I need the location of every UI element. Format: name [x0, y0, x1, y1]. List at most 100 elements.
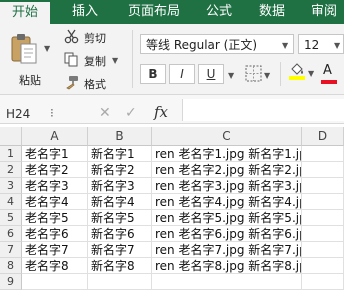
- row-header[interactable]: 3: [0, 178, 22, 194]
- row-header[interactable]: 1: [0, 146, 22, 162]
- font-name-value: 等线 Regular (正文): [146, 38, 258, 52]
- cell-d7[interactable]: [302, 242, 344, 258]
- cell-c8[interactable]: ren 老名字8.jpg 新名字8.jpg: [152, 258, 302, 274]
- cell-d3[interactable]: [302, 178, 344, 194]
- tab-insert[interactable]: 插入: [60, 0, 110, 24]
- formula-bar: H24 ⁝ ✕ ✓ fx: [0, 95, 344, 124]
- row-header[interactable]: 2: [0, 162, 22, 178]
- cell-c9[interactable]: [152, 274, 302, 290]
- cell-d4[interactable]: [302, 194, 344, 210]
- row-header[interactable]: 8: [0, 258, 22, 274]
- tab-data[interactable]: 数据: [250, 0, 294, 24]
- cell-c3[interactable]: ren 老名字3.jpg 新名字3.jpg: [152, 178, 302, 194]
- column-header-d[interactable]: D: [302, 127, 344, 146]
- copy-label: 复制: [84, 55, 106, 68]
- name-box-dropdown-icon[interactable]: ⁝: [50, 106, 54, 120]
- ribbon-separator: [280, 62, 281, 86]
- cell-d2[interactable]: [302, 162, 344, 178]
- column-header-a[interactable]: A: [22, 127, 88, 146]
- formula-input[interactable]: [182, 99, 344, 121]
- paintbrush-icon: [66, 76, 78, 90]
- enter-icon[interactable]: ✓: [125, 105, 137, 121]
- cut-label: 剪切: [84, 32, 106, 45]
- cell-a1[interactable]: 老名字1: [22, 146, 88, 162]
- row-header[interactable]: 9: [0, 274, 22, 290]
- cell-a2[interactable]: 老名字2: [22, 162, 88, 178]
- cell-d1[interactable]: [302, 146, 344, 162]
- cancel-icon[interactable]: ✕: [99, 105, 111, 121]
- cell-a5[interactable]: 老名字5: [22, 210, 88, 226]
- clipboard-icon: [11, 34, 37, 64]
- copy-button[interactable]: 复制 ▼: [64, 51, 122, 69]
- cell-a8[interactable]: 老名字8: [22, 258, 88, 274]
- paste-label: 粘贴: [19, 74, 41, 87]
- borders-dropdown-icon[interactable]: ▼: [264, 71, 270, 80]
- ribbon-separator: [132, 30, 133, 88]
- cell-b1[interactable]: 新名字1: [88, 146, 152, 162]
- column-header-b[interactable]: B: [88, 127, 152, 146]
- cell-a6[interactable]: 老名字6: [22, 226, 88, 242]
- cut-button[interactable]: 剪切: [64, 28, 114, 46]
- cell-a4[interactable]: 老名字4: [22, 194, 88, 210]
- cell-b9[interactable]: [88, 274, 152, 290]
- font-name-dropdown-icon[interactable]: ▼: [282, 41, 288, 50]
- cell-a7[interactable]: 老名字7: [22, 242, 88, 258]
- cell-c4[interactable]: ren 老名字4.jpg 新名字4.jpg: [152, 194, 302, 210]
- row-header[interactable]: 5: [0, 210, 22, 226]
- format-painter-button[interactable]: 格式: [64, 74, 114, 92]
- font-size-dropdown-icon[interactable]: ▼: [334, 41, 340, 50]
- fill-color-dropdown-icon[interactable]: ▼: [308, 69, 314, 78]
- scissors-icon: [64, 29, 79, 44]
- cell-b3[interactable]: 新名字3: [88, 178, 152, 194]
- cell-d9[interactable]: [302, 274, 344, 290]
- select-all-corner[interactable]: [0, 127, 22, 146]
- borders-icon: [245, 65, 262, 82]
- copy-dropdown-icon[interactable]: ▼: [112, 56, 118, 65]
- borders-button[interactable]: ▼: [243, 64, 271, 84]
- cell-d6[interactable]: [302, 226, 344, 242]
- font-color-button[interactable]: A: [320, 62, 344, 86]
- paste-dropdown-icon[interactable]: ▼: [44, 44, 50, 53]
- row-header[interactable]: 6: [0, 226, 22, 242]
- font-name-select[interactable]: 等线 Regular (正文): [140, 34, 294, 54]
- copy-icon: [64, 52, 78, 67]
- cell-d5[interactable]: [302, 210, 344, 226]
- cell-c1[interactable]: ren 老名字1.jpg 新名字1.jpg: [152, 146, 302, 162]
- spreadsheet-grid: A B C D 1 老名字1 新名字1 ren 老名字1.jpg 新名字1.jp…: [0, 127, 344, 291]
- cell-b7[interactable]: 新名字7: [88, 242, 152, 258]
- tab-formulas[interactable]: 公式: [196, 0, 242, 24]
- cell-b8[interactable]: 新名字8: [88, 258, 152, 274]
- font-size-value: 12: [304, 38, 320, 52]
- tab-home[interactable]: 开始: [0, 2, 50, 24]
- name-box[interactable]: H24: [6, 107, 30, 121]
- italic-button[interactable]: I: [169, 64, 195, 84]
- cell-a3[interactable]: 老名字3: [22, 178, 88, 194]
- insert-function-icon[interactable]: fx: [154, 103, 168, 121]
- fill-color-button[interactable]: ▼: [286, 62, 316, 86]
- format-painter-label: 格式: [84, 78, 106, 91]
- tab-review[interactable]: 审阅: [304, 0, 344, 24]
- cell-d8[interactable]: [302, 258, 344, 274]
- tab-page-layout[interactable]: 页面布局: [118, 0, 190, 24]
- cell-c5[interactable]: ren 老名字5.jpg 新名字5.jpg: [152, 210, 302, 226]
- underline-dropdown-icon[interactable]: ▼: [228, 71, 234, 80]
- paste-button[interactable]: ▼ 粘贴: [6, 30, 50, 88]
- cell-c6[interactable]: ren 老名字6.jpg 新名字6.jpg: [152, 226, 302, 242]
- ribbon-tab-bar: 开始 插入 页面布局 公式 数据 审阅: [0, 0, 344, 24]
- underline-button[interactable]: U: [198, 64, 224, 84]
- ribbon-home: ▼ 粘贴 剪切 复制 ▼ 格式 等线 Regular (正文) ▼ 12 ▼ B…: [0, 24, 344, 95]
- cell-b2[interactable]: 新名字2: [88, 162, 152, 178]
- font-color-swatch: [321, 80, 337, 84]
- cell-b5[interactable]: 新名字5: [88, 210, 152, 226]
- bold-button[interactable]: B: [140, 64, 166, 84]
- cell-b6[interactable]: 新名字6: [88, 226, 152, 242]
- cell-a9[interactable]: [22, 274, 88, 290]
- paint-bucket-icon: [289, 63, 305, 80]
- row-header[interactable]: 7: [0, 242, 22, 258]
- column-header-c[interactable]: C: [152, 127, 302, 146]
- cell-b4[interactable]: 新名字4: [88, 194, 152, 210]
- row-header[interactable]: 4: [0, 194, 22, 210]
- cell-c7[interactable]: ren 老名字7.jpg 新名字7.jpg: [152, 242, 302, 258]
- font-color-glyph: A: [323, 63, 332, 78]
- cell-c2[interactable]: ren 老名字2.jpg 新名字2.jpg: [152, 162, 302, 178]
